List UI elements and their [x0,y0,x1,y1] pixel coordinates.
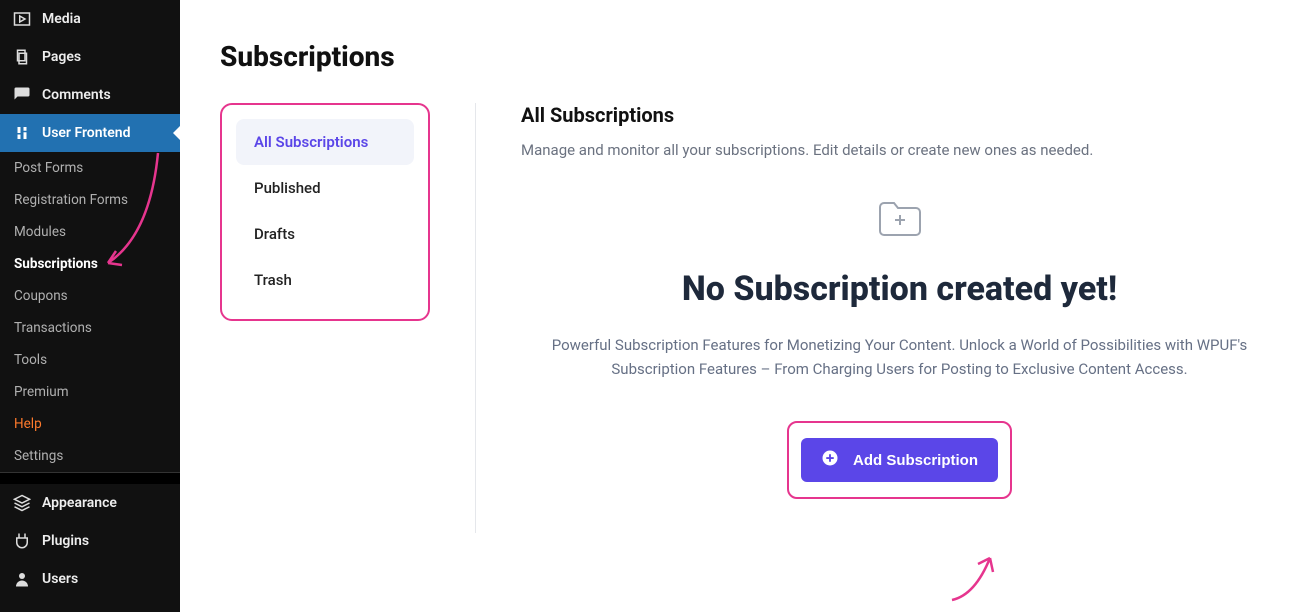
appearance-icon [12,494,32,512]
nav-appearance[interactable]: Appearance [0,484,180,522]
sub-subscriptions[interactable]: Subscriptions [0,248,180,280]
empty-text: Powerful Subscription Features for Monet… [550,333,1250,381]
nav-media-label: Media [42,11,81,27]
add-button-wrap: Add Subscription [521,421,1278,499]
add-subscription-button[interactable]: Add Subscription [801,438,998,482]
empty-folder-icon [521,199,1278,239]
sub-help[interactable]: Help [0,408,180,440]
tab-trash[interactable]: Trash [236,257,414,303]
vertical-divider [475,103,476,533]
media-icon [12,10,32,28]
plugins-icon [12,532,32,550]
content-wrap: All Subscriptions Published Drafts Trash… [220,103,1308,533]
nav-pages[interactable]: Pages [0,38,180,76]
nav-appearance-label: Appearance [42,495,117,511]
nav-plugins-label: Plugins [42,533,89,549]
comments-icon [12,86,32,104]
main-content: Subscriptions All Subscriptions Publishe… [180,0,1308,612]
subscription-tabs-panel: All Subscriptions Published Drafts Trash [220,103,430,321]
sub-modules[interactable]: Modules [0,216,180,248]
sub-premium[interactable]: Premium [0,376,180,408]
nav-pages-label: Pages [42,49,81,65]
sub-transactions[interactable]: Transactions [0,312,180,344]
detail-heading: All Subscriptions [521,103,1278,127]
nav-comments-label: Comments [42,87,111,103]
sub-settings[interactable]: Settings [0,440,180,472]
add-button-label: Add Subscription [853,452,978,469]
sub-tools[interactable]: Tools [0,344,180,376]
users-icon [12,570,32,588]
detail-description: Manage and monitor all your subscription… [521,141,1278,159]
nav-media[interactable]: Media [0,0,180,38]
tab-all-subscriptions[interactable]: All Subscriptions [236,119,414,165]
pages-icon [12,48,32,66]
tab-drafts[interactable]: Drafts [236,211,414,257]
add-button-highlight: Add Subscription [787,421,1012,499]
nav-user-frontend-label: User Frontend [42,125,131,141]
sub-registration-forms[interactable]: Registration Forms [0,184,180,216]
tab-published[interactable]: Published [236,165,414,211]
plus-circle-icon [821,449,839,471]
nav-user-frontend[interactable]: User Frontend [0,114,180,152]
user-frontend-icon [12,124,32,142]
admin-sidebar: Media Pages Comments User Frontend Post … [0,0,180,612]
nav-plugins[interactable]: Plugins [0,522,180,560]
page-title: Subscriptions [220,40,1308,73]
sub-coupons[interactable]: Coupons [0,280,180,312]
detail-panel: All Subscriptions Manage and monitor all… [521,103,1308,533]
nav-users[interactable]: Users [0,560,180,598]
nav-users-label: Users [42,571,78,587]
sidebar-divider [0,472,180,484]
empty-title: No Subscription created yet! [521,269,1278,309]
nav-comments[interactable]: Comments [0,76,180,114]
sub-post-forms[interactable]: Post Forms [0,152,180,184]
